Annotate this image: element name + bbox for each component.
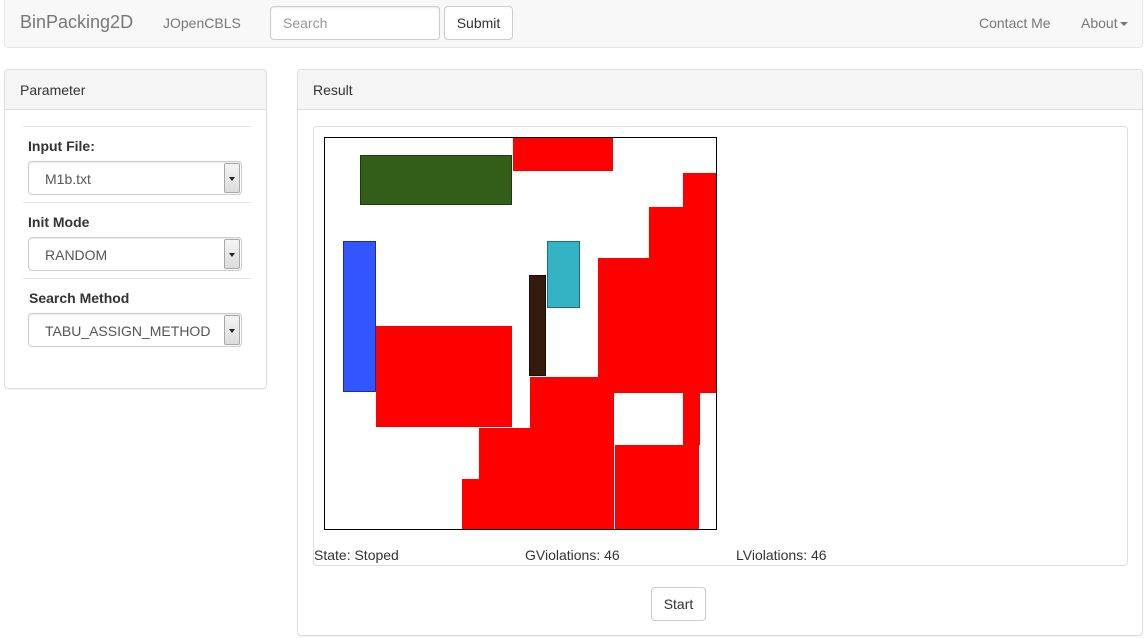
init-mode-label: Init Mode [28,214,90,230]
result-content: State: Stoped GViolations: 46 LViolation… [313,126,1128,566]
nav-link-contact[interactable]: Contact Me [979,15,1051,31]
lviolations-text: LViolations: 46 [736,547,827,563]
packed-item-cyan [547,241,580,308]
packed-item-red [615,445,699,529]
search-method-group: Search Method TABU_ASSIGN_METHOD [23,278,251,354]
dropdown-arrow-icon [224,163,240,193]
nav-link-jopencbls[interactable]: JOpenCBLS [163,15,241,31]
parameter-panel-title: Parameter [5,70,266,110]
packed-item-blue [343,241,376,392]
search-input[interactable] [270,6,440,40]
packing-canvas [324,137,717,530]
gviolations-text: GViolations: 46 [525,547,620,563]
packed-item-red [462,479,530,529]
submit-button[interactable]: Submit [444,6,513,40]
input-file-value: M1b.txt [45,171,91,187]
search-method-select[interactable]: TABU_ASSIGN_METHOD [28,313,242,347]
search-method-value: TABU_ASSIGN_METHOD [45,323,211,339]
input-file-select[interactable]: M1b.txt [28,161,242,195]
packed-item-red [479,428,530,480]
caret-down-icon [1119,22,1128,27]
dropdown-arrow-icon [224,239,240,269]
result-panel-title: Result [298,70,1142,110]
state-text: State: Stoped [314,547,399,563]
packed-item-red [649,207,716,259]
packed-item-red [530,377,614,529]
packed-item-red [513,138,613,171]
packed-item-red [598,258,716,393]
parameter-panel: Parameter Input File: M1b.txt Init Mode … [4,69,267,389]
start-button[interactable]: Start [651,587,706,621]
init-mode-select[interactable]: RANDOM [28,237,242,271]
packed-item-red [683,393,700,445]
packed-item-green [360,155,512,205]
navbar: BinPacking2D JOpenCBLS Submit Contact Me… [4,0,1143,48]
packed-item-red [376,326,512,427]
packed-item-red [683,173,716,208]
init-mode-value: RANDOM [45,247,108,263]
result-panel: Result State: Stoped GViolations: 46 LVi… [297,69,1143,636]
dropdown-arrow-icon [224,315,240,345]
search-method-label: Search Method [29,290,130,306]
input-file-group: Input File: M1b.txt [23,126,251,202]
input-file-label: Input File: [28,138,95,154]
brand-link[interactable]: BinPacking2D [20,12,133,33]
about-label: About [1081,15,1118,31]
nav-dropdown-about[interactable]: About [1081,15,1128,31]
packed-item-brown [529,275,546,376]
init-mode-group: Init Mode RANDOM [23,202,251,278]
